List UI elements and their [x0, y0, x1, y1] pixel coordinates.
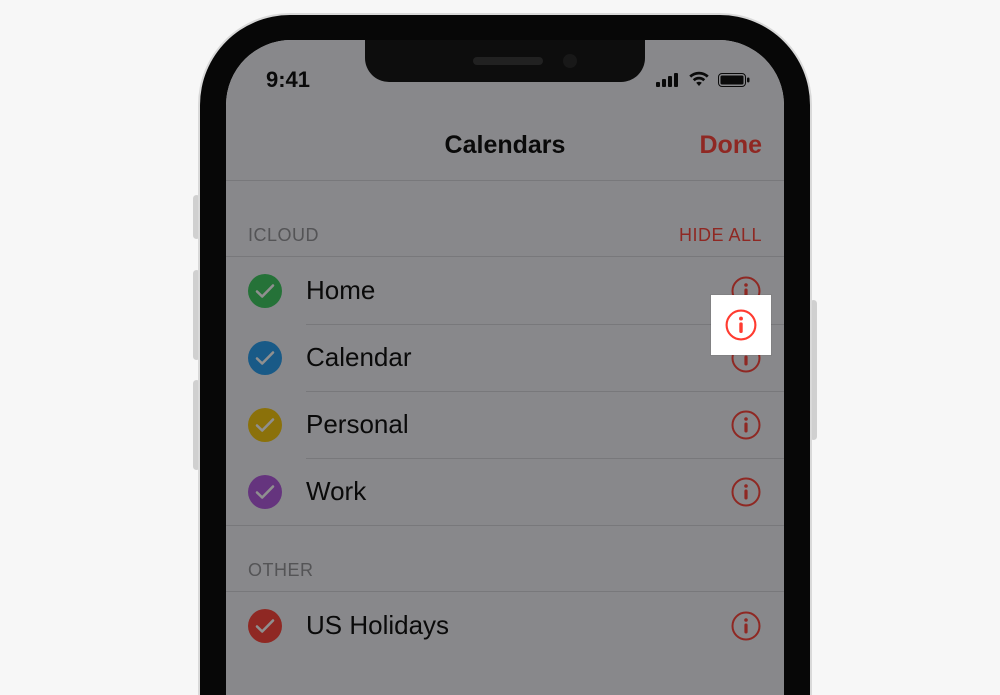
calendar-label: Home — [306, 275, 730, 306]
hide-all-button[interactable]: HIDE ALL — [679, 225, 762, 246]
status-time: 9:41 — [266, 67, 310, 93]
checkmark-icon — [248, 609, 282, 643]
mute-switch — [193, 195, 200, 239]
power-button — [810, 300, 817, 440]
calendar-label: US Holidays — [306, 610, 730, 641]
calendar-row-work[interactable]: Work — [226, 458, 784, 525]
section-title: OTHER — [248, 560, 314, 581]
info-button[interactable] — [730, 409, 762, 441]
calendar-row-calendar[interactable]: Calendar — [226, 324, 784, 391]
checkmark-icon — [248, 274, 282, 308]
calendar-label: Personal — [306, 409, 730, 440]
section-header-other: OTHER — [226, 526, 784, 592]
info-button-highlight[interactable] — [711, 295, 771, 355]
calendar-label: Work — [306, 476, 730, 507]
section-title: ICLOUD — [248, 225, 319, 246]
notch — [365, 40, 645, 82]
info-button[interactable] — [730, 476, 762, 508]
wifi-icon — [688, 67, 710, 93]
info-button[interactable] — [730, 610, 762, 642]
screen: 9:41 — [226, 40, 784, 695]
page-title: Calendars — [445, 131, 566, 160]
phone-frame: 9:41 — [200, 15, 810, 695]
volume-down-button — [193, 380, 200, 470]
battery-icon — [718, 67, 750, 93]
calendar-label: Calendar — [306, 342, 730, 373]
done-button[interactable]: Done — [700, 131, 763, 160]
section-header-icloud: ICLOUD HIDE ALL — [226, 181, 784, 257]
volume-up-button — [193, 270, 200, 360]
checkmark-icon — [248, 408, 282, 442]
checkmark-icon — [248, 475, 282, 509]
checkmark-icon — [248, 341, 282, 375]
cellular-icon — [656, 67, 680, 93]
calendar-row-us-holidays[interactable]: US Holidays — [226, 592, 784, 659]
calendar-row-personal[interactable]: Personal — [226, 391, 784, 458]
nav-bar: Calendars Done — [226, 110, 784, 181]
calendar-row-home[interactable]: Home — [226, 257, 784, 324]
